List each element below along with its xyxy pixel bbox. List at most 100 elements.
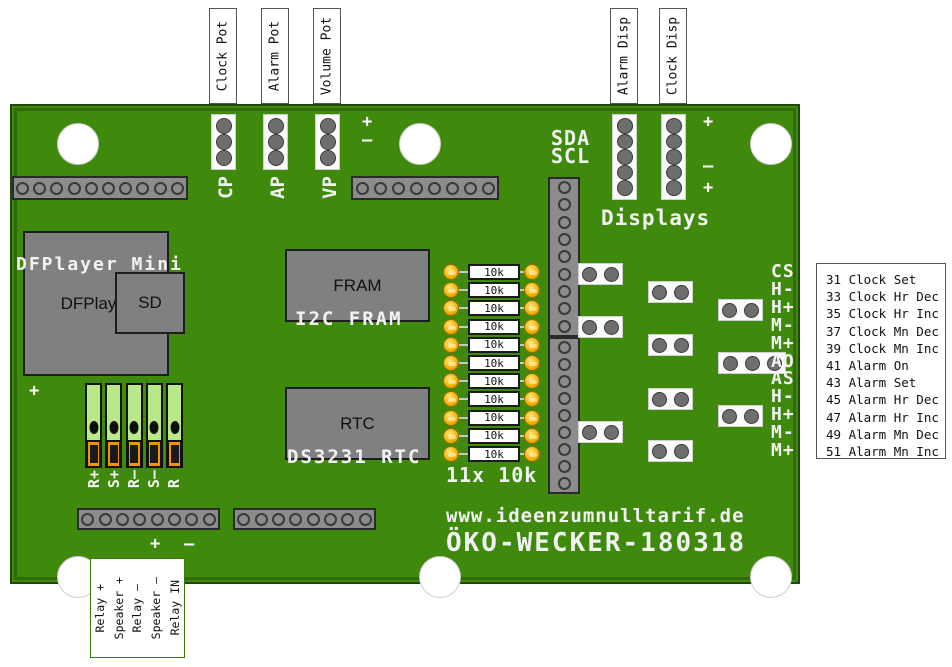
pin-pad — [557, 267, 571, 281]
alarm-pot-header[interactable] — [263, 114, 288, 170]
resistor: 10k — [443, 409, 540, 427]
resistor-lead — [459, 271, 468, 273]
pin-pad — [722, 408, 738, 424]
main-header-upper[interactable] — [548, 177, 580, 337]
legend-row-1: 33 Clock Hr Dec — [826, 289, 939, 305]
main-header-lower[interactable] — [548, 337, 580, 494]
button-pad-clock-set[interactable] — [578, 263, 623, 285]
resistor-pad-right — [524, 355, 540, 371]
resistor-pad-left — [443, 300, 459, 317]
resistor-pad-left — [443, 282, 459, 299]
callout-volume-pot: Volume Pot — [313, 8, 341, 104]
pin-pad — [557, 233, 571, 247]
volume-pot-header[interactable] — [315, 114, 340, 170]
legend-row-2: 35 Clock Hr Inc — [826, 306, 939, 322]
resistor-pad-right — [524, 300, 540, 317]
alarm-display-header[interactable] — [612, 114, 637, 200]
silk-i2c-fram: I2C FRAM — [295, 308, 403, 330]
pin-pad — [33, 181, 47, 195]
clock-pot-header[interactable] — [211, 114, 236, 170]
terminal-screw[interactable] — [86, 440, 101, 468]
terminal-pole[interactable] — [166, 383, 183, 468]
resistor: 10k — [443, 263, 540, 281]
pin-pad — [102, 181, 116, 195]
pin-pad — [557, 198, 571, 212]
resistor-pad-left — [443, 355, 459, 371]
pin-pad — [84, 181, 98, 195]
resistor: 10k — [443, 281, 540, 299]
silk-minus-top: – — [362, 130, 373, 150]
pin-pad — [215, 118, 232, 134]
terminal-screw[interactable] — [146, 440, 162, 468]
button-pad-far-right-top[interactable] — [718, 299, 763, 321]
pin-pad — [616, 164, 633, 181]
pin-pad — [603, 319, 619, 335]
connector-legend-label-2: Relay – — [130, 583, 145, 633]
resistor-lead — [459, 453, 468, 455]
terminal-pole[interactable] — [85, 383, 102, 468]
bottom-left-8pin-header[interactable] — [77, 508, 220, 530]
button-pad-alarm-d[interactable] — [648, 440, 693, 462]
pin-pad — [133, 512, 147, 526]
resistor-value-label: 10k — [468, 409, 520, 426]
pin-pad — [463, 181, 477, 195]
pin-pad — [557, 319, 571, 333]
button-pad-alarm-b[interactable] — [648, 334, 693, 356]
terminal-hole — [170, 421, 179, 434]
resistor-lead — [459, 343, 468, 346]
resistor-pad-right — [524, 446, 540, 462]
pin-pad — [665, 149, 682, 165]
button-pad-alarm-a[interactable] — [648, 281, 693, 303]
button-pad-clock-hr[interactable] — [578, 316, 623, 338]
legend-row-0: 31 Clock Set — [826, 272, 917, 287]
pin-pad — [341, 512, 355, 526]
terminal-hole — [89, 421, 98, 434]
resistor-pad-left — [443, 446, 459, 462]
resistor-pad-right — [524, 318, 540, 335]
resistor-value-label: 10k — [468, 264, 520, 280]
pin-pad — [115, 512, 129, 526]
resistor-value-label: 10k — [468, 282, 520, 299]
terminal-screw[interactable] — [126, 440, 142, 468]
pin-pad — [652, 284, 668, 300]
terminal-screw[interactable] — [106, 440, 122, 468]
bottom-middle-8pin-header[interactable] — [233, 508, 376, 530]
resistor-pad-left — [443, 427, 459, 444]
pin-pad — [557, 477, 571, 490]
pin-pad — [391, 181, 405, 195]
resistor: 10k — [443, 427, 540, 445]
callout-alarm-display: Alarm Disp — [610, 8, 638, 104]
resistor-lead — [459, 398, 468, 401]
pin-pad — [215, 150, 232, 166]
resistor-pad-right — [524, 264, 540, 280]
pin-pad — [616, 180, 633, 196]
clock-display-header[interactable] — [661, 114, 686, 200]
top-middle-8pin-header[interactable] — [351, 176, 499, 200]
terminal-screw[interactable] — [167, 440, 182, 468]
pin-pad — [743, 408, 759, 424]
pin-pad — [557, 392, 571, 405]
pin-pad — [722, 302, 738, 318]
button-pad-far-right-bottom[interactable] — [718, 405, 763, 427]
connector-legend-label-0: Relay + — [93, 583, 108, 633]
resistor-value-label: 10k — [468, 446, 520, 462]
terminal-hole — [149, 421, 159, 434]
callout-clock-display-label: Clock Disp — [665, 16, 681, 96]
button-pad-alarm-c[interactable] — [648, 388, 693, 410]
pin-pad — [267, 150, 284, 166]
callout-alarm-display-label: Alarm Disp — [616, 16, 632, 96]
legend-row-3: 37 Clock Mn Dec — [826, 323, 939, 339]
resistor-value-label: 10k — [468, 336, 520, 353]
pin-pad — [582, 319, 598, 335]
button-pad-clock-mn[interactable] — [578, 421, 623, 443]
terminal-pole[interactable] — [145, 383, 163, 468]
pin-pad — [427, 181, 441, 195]
terminal-pole[interactable] — [125, 383, 143, 468]
left-10pin-header[interactable] — [12, 176, 188, 200]
terminal-pole[interactable] — [105, 383, 123, 468]
pin-pad — [153, 181, 167, 195]
mounting-hole-top-center — [399, 123, 441, 165]
mounting-hole-top-left — [57, 123, 99, 165]
screw-terminal-block[interactable] — [85, 383, 183, 468]
button-abbrev-3: M- — [771, 314, 795, 336]
